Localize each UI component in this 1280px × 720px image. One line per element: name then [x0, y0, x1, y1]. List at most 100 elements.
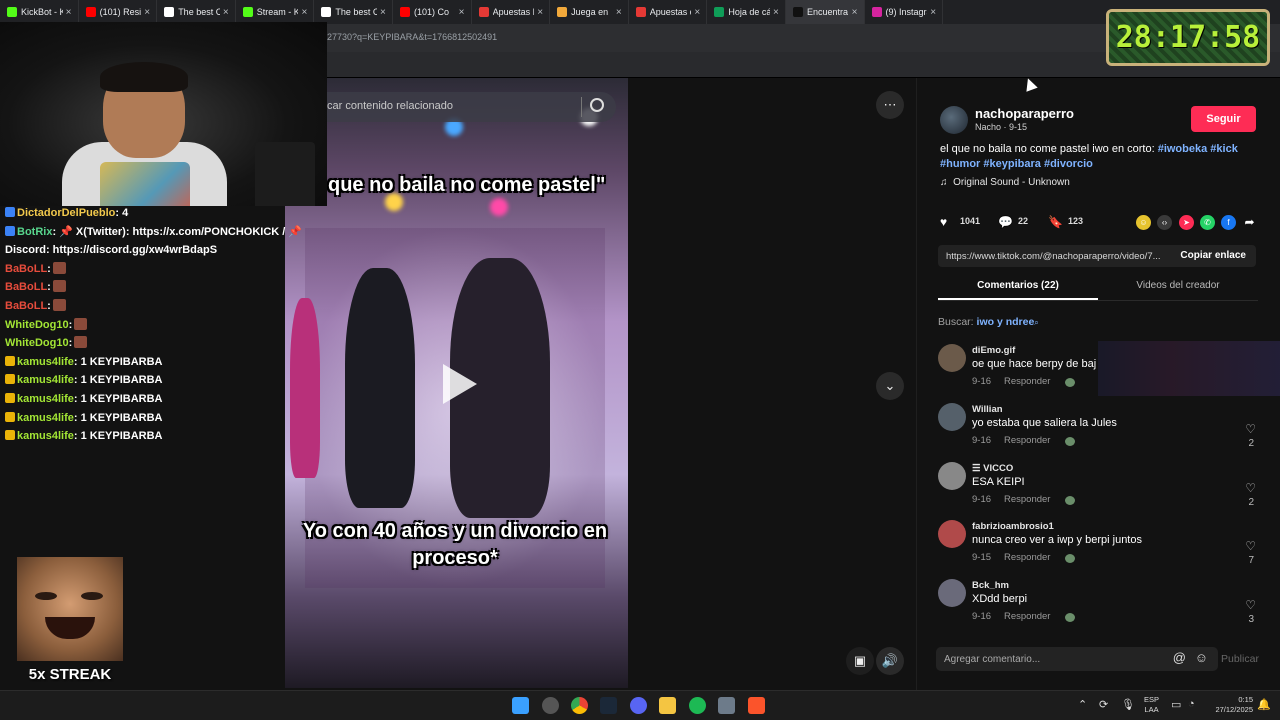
browser-tab[interactable]: (101) Reside×: [79, 0, 158, 24]
commenter-avatar[interactable]: [938, 520, 966, 549]
browser-tab[interactable]: (9) Instagra ×: [865, 0, 944, 24]
close-icon[interactable]: ×: [456, 7, 468, 18]
language-indicator[interactable]: ESP LAA: [1144, 695, 1159, 715]
sync-icon[interactable]: ⟳: [1099, 698, 1108, 711]
browser-tab[interactable]: Apuestas de×: [629, 0, 708, 24]
commenter-avatar[interactable]: [938, 579, 966, 608]
close-icon[interactable]: ×: [63, 7, 75, 18]
browser-tab[interactable]: KickBot - Kic×: [0, 0, 79, 24]
browser-tab[interactable]: Encuentra 'k×: [785, 0, 865, 24]
save-stat[interactable]: 🔖 123: [1048, 215, 1083, 229]
whatsapp-icon[interactable]: ✆: [1200, 215, 1215, 230]
calculator-icon[interactable]: [718, 697, 735, 714]
chat-username[interactable]: kamus4life: [17, 374, 74, 386]
send-icon[interactable]: ➤: [1179, 215, 1194, 230]
close-icon[interactable]: ×: [613, 7, 625, 18]
close-icon[interactable]: ×: [377, 7, 389, 18]
browser-tab[interactable]: Hoja de cálc×: [707, 0, 786, 24]
reply-button[interactable]: Responder: [1004, 611, 1050, 622]
close-icon[interactable]: ×: [849, 7, 861, 18]
wifi-icon[interactable]: ◔: [1188, 698, 1195, 710]
comment-input[interactable]: [944, 650, 1144, 668]
bookmark-icon[interactable]: 🔖: [1048, 215, 1063, 229]
heart-outline-icon[interactable]: ♡: [1245, 481, 1256, 495]
coin-share-icon[interactable]: ☺: [1136, 215, 1151, 230]
chat-username[interactable]: kamus4life: [17, 356, 74, 368]
publish-button[interactable]: Publicar: [1221, 653, 1259, 665]
heart-outline-icon[interactable]: ♡: [1245, 422, 1256, 436]
close-icon[interactable]: ×: [141, 7, 153, 18]
steam-icon[interactable]: [600, 697, 617, 714]
close-icon[interactable]: ×: [927, 7, 939, 18]
commenter-avatar[interactable]: [938, 461, 966, 490]
mention-icon[interactable]: @: [1173, 650, 1186, 665]
browser-tab[interactable]: The best Ch×: [157, 0, 236, 24]
volume-button[interactable]: 🔊: [876, 647, 904, 675]
reply-button[interactable]: Responder: [1004, 552, 1050, 563]
follow-button[interactable]: Seguir: [1191, 106, 1256, 132]
copy-link-button[interactable]: Copiar enlace: [1180, 250, 1246, 261]
commenter-name[interactable]: fabrizioambrosio1: [972, 521, 1054, 532]
reply-button[interactable]: Responder: [1004, 435, 1050, 446]
hashtag-link[interactable]: #humor: [940, 158, 980, 170]
comment-icon[interactable]: 💬: [998, 215, 1013, 229]
close-icon[interactable]: ×: [770, 7, 782, 18]
chat-username[interactable]: kamus4life: [17, 393, 74, 405]
comment-stat[interactable]: 💬 22: [998, 215, 1028, 229]
chrome-icon[interactable]: [571, 697, 588, 714]
windows-start-icon[interactable]: [512, 697, 529, 714]
notification-icon[interactable]: 🔔: [1257, 698, 1271, 711]
brave-icon[interactable]: [748, 697, 765, 714]
widgets-icon[interactable]: [542, 697, 559, 714]
browser-tab[interactable]: The best Ch×: [314, 0, 393, 24]
close-icon[interactable]: ×: [298, 7, 310, 18]
chat-username[interactable]: kamus4life: [17, 430, 74, 442]
related-search-placeholder[interactable]: car contenido relacionado: [327, 100, 453, 112]
chat-username[interactable]: kamus4life: [17, 412, 74, 424]
close-icon[interactable]: ×: [691, 7, 703, 18]
hashtag-link[interactable]: #kick: [1210, 143, 1238, 155]
browser-tab[interactable]: Stream - Kic×: [236, 0, 315, 24]
commenter-name[interactable]: diEmo.gif: [972, 345, 1015, 356]
chevron-up-icon[interactable]: ⌃: [1078, 698, 1087, 711]
sound-name[interactable]: Original Sound - Unknown: [953, 177, 1070, 188]
next-video-button[interactable]: ⌄: [876, 372, 904, 400]
commenter-avatar[interactable]: [938, 402, 966, 431]
floating-player-button[interactable]: ▣: [846, 647, 874, 675]
facebook-icon[interactable]: f: [1221, 215, 1236, 230]
related-search-box[interactable]: car contenido relacionado: [327, 92, 616, 122]
heart-outline-icon[interactable]: ♡: [1245, 539, 1256, 553]
chat-username[interactable]: BaBoLL: [5, 281, 47, 293]
browser-tab[interactable]: Juega en ×: [550, 0, 629, 24]
play-icon[interactable]: [443, 364, 477, 404]
share-arrow-icon[interactable]: ➦: [1242, 215, 1257, 230]
search-suggestion-query[interactable]: iwo y ndree: [977, 316, 1035, 328]
commenter-name[interactable]: Willian: [972, 404, 1003, 415]
hashtag-link[interactable]: #divorcio: [1044, 158, 1093, 170]
reply-button[interactable]: Responder: [1004, 376, 1050, 387]
microphone-icon[interactable]: 🎙: [1121, 698, 1135, 711]
file-explorer-icon[interactable]: [659, 697, 676, 714]
display-icon[interactable]: ▭: [1171, 698, 1181, 711]
author-name[interactable]: nachoparaperro: [975, 106, 1074, 121]
chat-username[interactable]: WhiteDog10: [5, 319, 69, 331]
spotify-icon[interactable]: [689, 697, 706, 714]
hashtag-link[interactable]: #keypibara: [983, 158, 1040, 170]
chat-username[interactable]: WhiteDog10: [5, 337, 69, 349]
author-avatar[interactable]: [940, 106, 968, 134]
browser-tab[interactable]: Apuestas De×: [472, 0, 551, 24]
search-icon[interactable]: [590, 98, 604, 112]
chat-username[interactable]: BotRix: [17, 226, 52, 238]
heart-outline-icon[interactable]: ♡: [1245, 598, 1256, 612]
address-url[interactable]: 27730?q=KEYPIBARA&t=1766812502491: [327, 32, 497, 42]
chat-username[interactable]: BaBoLL: [5, 300, 47, 312]
tab-creator-videos[interactable]: Videos del creador: [1098, 280, 1258, 291]
like-stat[interactable]: ♥ 1041: [940, 215, 980, 229]
commenter-avatar[interactable]: [938, 344, 966, 372]
chat-username[interactable]: BaBoLL: [5, 263, 47, 275]
more-options-button[interactable]: ⋯: [876, 91, 904, 119]
system-clock[interactable]: 0:15 27/12/2025: [1205, 695, 1253, 715]
emoji-icon[interactable]: ☺: [1195, 650, 1208, 665]
chat-username[interactable]: DictadorDelPueblo: [17, 207, 115, 219]
search-suggestion[interactable]: Buscar: iwo y ndree⌕: [938, 316, 1039, 328]
